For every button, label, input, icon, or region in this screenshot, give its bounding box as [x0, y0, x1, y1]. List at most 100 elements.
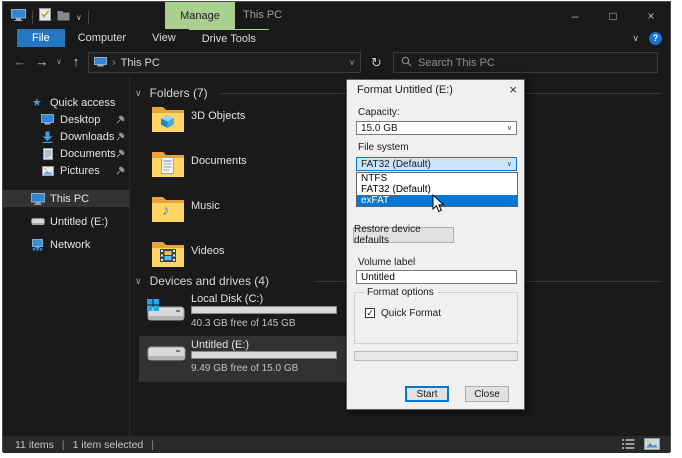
sidebar-item-downloads[interactable]: Downloads: [3, 128, 129, 145]
customize-toolbar-chevron-icon[interactable]: ∨: [76, 13, 82, 22]
breadcrumb-separator: ›: [112, 56, 116, 69]
pin-icon: [116, 149, 125, 161]
filesystem-combobox[interactable]: FAT32 (Default) ∨: [356, 157, 517, 171]
format-progress-bar: [354, 351, 518, 361]
breadcrumb[interactable]: This PC: [121, 57, 160, 69]
capacity-bar: [191, 351, 337, 359]
location-pc-icon: [94, 54, 107, 72]
folders-group-header[interactable]: ∨ Folders (7): [135, 86, 208, 100]
tab-view[interactable]: View: [139, 29, 189, 47]
dropdown-option-ntfs[interactable]: NTFS: [357, 173, 517, 184]
dialog-title: Format Untitled (E:): [357, 84, 453, 96]
toolbar-separator: [87, 10, 89, 24]
cube-icon: [160, 114, 175, 134]
expand-ribbon-chevron-icon[interactable]: ∨: [632, 33, 639, 44]
music-note-icon: ♪: [162, 202, 170, 219]
status-separator: |: [61, 438, 65, 451]
back-icon[interactable]: ←: [11, 47, 29, 77]
start-button[interactable]: Start: [405, 386, 449, 402]
toolbar-separator: [32, 10, 33, 24]
this-pc-icon: [11, 8, 26, 26]
hard-drive-icon: [145, 298, 186, 332]
refresh-icon[interactable]: ↻: [366, 52, 387, 73]
quick-format-label: Quick Format: [381, 308, 442, 319]
tab-file[interactable]: File: [17, 29, 65, 47]
body: ★ Quick access Desktop Downloads Documen…: [3, 77, 670, 436]
filesystem-value: FAT32 (Default): [361, 158, 431, 170]
pane-divider: [129, 77, 130, 436]
folder-icon: ♪: [151, 195, 185, 224]
sidebar-item-documents[interactable]: Documents: [3, 145, 129, 162]
title-bar: ∨ Manage This PC – □ ×: [3, 2, 670, 29]
group-title: Folders (7): [149, 86, 208, 100]
sidebar-item-network[interactable]: Network: [3, 236, 129, 253]
quick-access-star-icon: ★: [32, 97, 42, 109]
drives-group-header[interactable]: ∨ Devices and drives (4): [135, 274, 269, 288]
window-title: This PC: [243, 9, 283, 21]
search-input[interactable]: [418, 56, 650, 69]
help-icon[interactable]: ?: [649, 31, 662, 45]
sidebar-item-label: Pictures: [60, 164, 100, 177]
tab-computer[interactable]: Computer: [65, 29, 139, 47]
pin-icon: [116, 166, 125, 178]
folder-label: Videos: [191, 245, 225, 257]
items-count: 11 items: [15, 438, 54, 451]
quick-format-checkbox[interactable]: ✓: [365, 308, 375, 318]
desktop-icon: [41, 114, 54, 125]
sidebar-item-desktop[interactable]: Desktop: [3, 111, 129, 128]
capacity-combobox[interactable]: 15.0 GB ∨: [356, 121, 517, 135]
drive-icon: [31, 217, 45, 226]
ribbon-tab-bar: File Computer View Drive Tools ∨ ?: [3, 29, 670, 47]
this-pc-icon: [31, 192, 45, 205]
sidebar-item-label: Desktop: [60, 113, 101, 126]
sidebar-item-quick-access[interactable]: ★ Quick access: [3, 94, 129, 111]
recent-locations-chevron-icon[interactable]: ∨: [53, 47, 65, 77]
sidebar-item-label: Downloads: [60, 130, 115, 143]
restore-defaults-button[interactable]: Restore device defaults: [353, 224, 454, 246]
filesystem-label: File system: [358, 142, 409, 153]
collapse-group-chevron-icon[interactable]: ∨: [135, 88, 142, 99]
dialog-close-icon[interactable]: ×: [509, 82, 517, 97]
folder-icon: [151, 240, 185, 269]
close-dialog-button[interactable]: Close: [465, 386, 509, 402]
address-dropdown-chevron-icon[interactable]: ∨: [349, 58, 355, 67]
hard-drive-icon: [146, 343, 187, 372]
volume-label-input[interactable]: [356, 270, 517, 284]
pictures-icon: [42, 165, 54, 176]
documents-icon: [43, 147, 53, 160]
up-icon[interactable]: ↑: [67, 47, 85, 77]
close-button[interactable]: ×: [632, 2, 670, 29]
film-strip-icon: [160, 249, 176, 267]
sidebar-item-label: Untitled (E:): [50, 215, 109, 228]
status-bar: 11 items | 1 item selected |: [3, 436, 670, 453]
free-space-label: 9.49 GB free of 15.0 GB: [191, 363, 299, 374]
format-dialog: Format Untitled (E:) × Capacity: 15.0 GB…: [346, 79, 525, 410]
capacity-label: Capacity:: [358, 107, 400, 118]
window-controls: – □ ×: [556, 2, 670, 29]
mouse-cursor: [432, 193, 445, 218]
manage-contextual-tab[interactable]: Manage: [165, 2, 235, 29]
status-separator: |: [151, 438, 154, 451]
sidebar-item-pictures[interactable]: Pictures: [3, 162, 129, 179]
sidebar-item-untitled-e[interactable]: Untitled (E:): [3, 213, 129, 230]
details-view-icon[interactable]: [622, 438, 636, 453]
minimize-button[interactable]: –: [556, 2, 594, 29]
collapse-group-chevron-icon[interactable]: ∨: [135, 276, 142, 287]
properties-icon[interactable]: [39, 8, 51, 26]
format-options-group: Format options ✓ Quick Format: [354, 287, 518, 344]
pin-icon: [116, 115, 125, 127]
maximize-button[interactable]: □: [594, 2, 632, 29]
free-space-label: 40.3 GB free of 145 GB: [191, 318, 296, 329]
forward-icon[interactable]: →: [33, 47, 51, 77]
thumbnails-view-icon[interactable]: [644, 438, 660, 453]
capacity-value: 15.0 GB: [361, 122, 398, 134]
volume-label-label: Volume label: [358, 257, 416, 268]
sidebar-item-this-pc[interactable]: This PC: [3, 190, 129, 207]
folder-icon: [151, 105, 185, 134]
address-field[interactable]: › This PC ∨: [88, 52, 361, 73]
chevron-down-icon: ∨: [506, 125, 512, 132]
search-box[interactable]: [393, 52, 658, 73]
tab-drive-tools[interactable]: Drive Tools: [188, 29, 269, 47]
new-folder-icon[interactable]: [57, 8, 70, 26]
capacity-bar: [191, 306, 337, 314]
